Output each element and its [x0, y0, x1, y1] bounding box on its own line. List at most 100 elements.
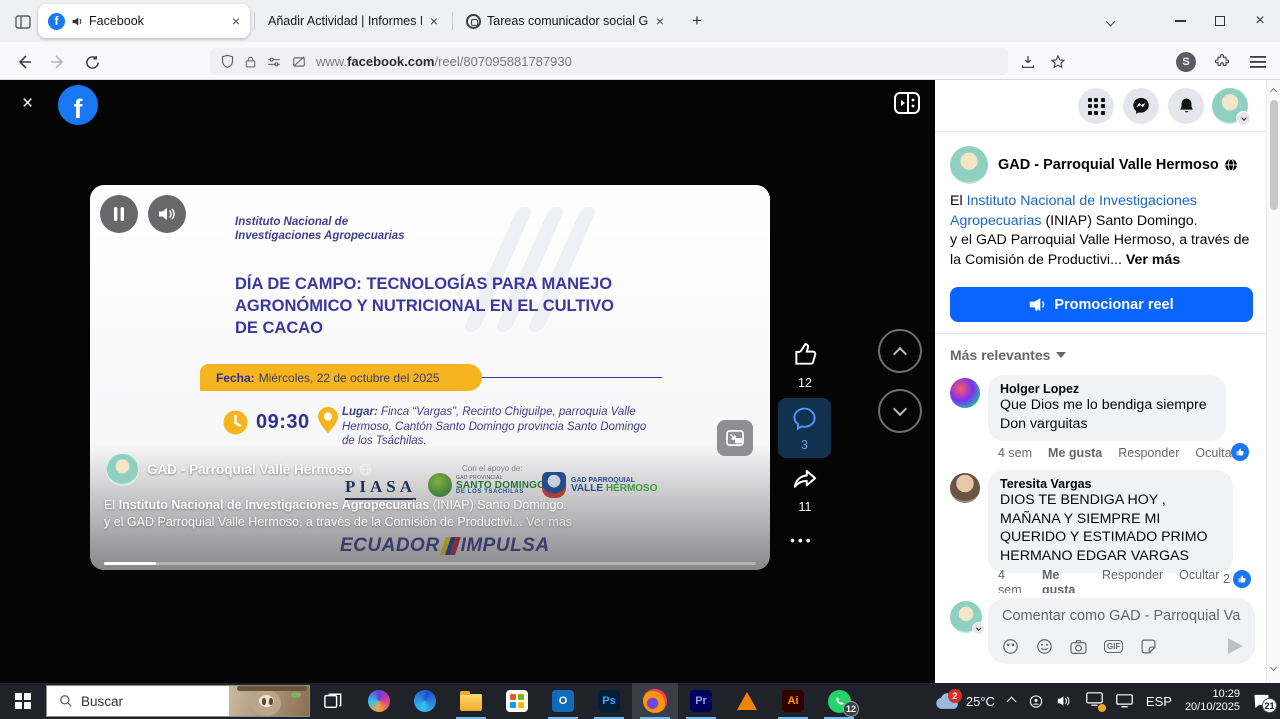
tray-expand-icon[interactable] [1006, 696, 1016, 706]
like-action[interactable]: 12 [778, 340, 832, 390]
video-progress-bar[interactable] [104, 562, 756, 565]
comment-like-button[interactable]: Me gusta [1048, 446, 1102, 460]
file-explorer-icon[interactable] [448, 683, 494, 719]
tab-close-icon[interactable]: × [656, 13, 664, 29]
url-text[interactable]: www.facebook.com/reel/807095881787930 [316, 54, 572, 69]
pause-button[interactable] [100, 195, 138, 233]
page-avatar[interactable] [950, 146, 988, 184]
vlc-icon[interactable] [724, 683, 770, 719]
microsoft-store-icon[interactable] [494, 683, 540, 719]
volume-icon[interactable] [1057, 694, 1073, 708]
menu-hamburger-icon[interactable] [1244, 49, 1272, 75]
apps-menu-icon[interactable] [1078, 88, 1114, 124]
composer-avatar[interactable] [950, 601, 982, 633]
meet-now-icon[interactable] [1028, 694, 1044, 709]
comment-reaction-count[interactable]: 2 [1223, 572, 1230, 586]
search-highlight-image[interactable] [229, 686, 309, 716]
scrollbar-thumb[interactable] [1270, 100, 1278, 210]
send-comment-icon[interactable] [1228, 638, 1243, 654]
extensions-puzzle-icon[interactable] [1208, 49, 1236, 75]
previous-reel-button[interactable] [878, 329, 922, 373]
commenter-avatar[interactable] [950, 378, 980, 408]
task-view-icon[interactable] [310, 683, 356, 719]
scroll-down-icon[interactable] [1270, 664, 1277, 671]
page-name[interactable]: GAD - Parroquial Valle Hermoso [998, 157, 1238, 173]
clock[interactable]: 10:29 20/10/2025 [1185, 688, 1240, 714]
tracking-shield-icon[interactable] [220, 54, 235, 69]
comment-hide-button[interactable]: Ocultar [1195, 446, 1235, 460]
share-arrow-icon[interactable] [791, 466, 819, 492]
autoplay-blocked-icon[interactable] [291, 55, 307, 69]
profile-avatar[interactable] [1212, 88, 1248, 124]
tab-facebook[interactable]: f Facebook × [38, 4, 250, 38]
comment-hide-button[interactable]: Ocultar [1179, 568, 1219, 583]
page-scrollbar[interactable] [1266, 80, 1280, 683]
firefox-view-icon[interactable] [10, 10, 36, 34]
scroll-up-icon[interactable] [1270, 88, 1277, 95]
reload-button[interactable] [78, 49, 106, 75]
gif-icon[interactable]: GIF [1104, 640, 1123, 653]
firefox-icon[interactable] [632, 683, 678, 719]
whatsapp-icon[interactable]: 12 [816, 683, 862, 719]
comment-reply-button[interactable]: Responder [1102, 568, 1163, 583]
video-page-header[interactable]: GAD - Parroquial Valle Hermoso [106, 453, 372, 486]
outlook-icon[interactable]: O [540, 683, 586, 719]
cast-status-icon[interactable] [1086, 692, 1103, 711]
comment-input[interactable]: Comentar como GAD - Parroquial Vall... G… [988, 598, 1255, 664]
downloads-icon[interactable] [1014, 49, 1042, 75]
avatar-sticker-icon[interactable] [1002, 638, 1019, 655]
lock-icon[interactable] [244, 55, 257, 69]
comment-bubble-icon[interactable] [791, 405, 818, 432]
comment-time[interactable]: 4 sem [998, 568, 1026, 593]
tab-list-chevron-icon[interactable] [1090, 0, 1130, 42]
picture-in-picture-button[interactable] [717, 420, 753, 456]
share-action[interactable]: 11 [778, 466, 832, 514]
tab-tareas[interactable]: Tareas comunicador social GAD × [456, 4, 674, 38]
comment-author[interactable]: Holger Lopez [1000, 382, 1214, 396]
commenter-avatar[interactable] [950, 473, 980, 503]
fullscreen-toggle-icon[interactable] [894, 92, 920, 119]
reel-video[interactable]: Instituto Nacional de Investigaciones Ag… [90, 185, 770, 570]
comment-reply-button[interactable]: Responder [1118, 446, 1179, 460]
network-icon[interactable] [1116, 694, 1133, 708]
maximize-button[interactable] [1200, 0, 1240, 42]
extension-s-icon[interactable]: S [1172, 49, 1200, 75]
comment-bubble[interactable]: Holger Lopez Que Dios me lo bendiga siem… [988, 375, 1226, 441]
more-options-icon[interactable]: ••• [790, 532, 814, 548]
tab-close-icon[interactable]: × [232, 13, 240, 29]
comment-sort-dropdown[interactable]: Más relevantes [950, 347, 1066, 363]
close-reel-icon[interactable]: × [22, 93, 33, 115]
messenger-icon[interactable] [1123, 88, 1159, 124]
tab-informes[interactable]: Añadir Actividad | Informes Mensua × [258, 4, 448, 38]
taskbar-search[interactable]: Buscar [46, 685, 310, 717]
see-more-link[interactable]: Ver más [526, 515, 572, 529]
facebook-logo[interactable]: f [58, 85, 98, 125]
volume-button[interactable] [148, 195, 186, 233]
comment-time[interactable]: 4 sem [998, 446, 1032, 460]
back-button[interactable] [10, 49, 38, 75]
forward-button[interactable] [44, 49, 72, 75]
page-name[interactable]: GAD - Parroquial Valle Hermoso [147, 462, 353, 477]
premiere-icon[interactable]: Pr [678, 683, 724, 719]
comment-like-badge[interactable] [1231, 443, 1249, 461]
illustrator-icon[interactable]: Ai [770, 683, 816, 719]
promote-reel-button[interactable]: Promocionar reel [950, 287, 1253, 322]
weather-widget[interactable]: 2 25°C [934, 693, 995, 710]
photoshop-icon[interactable]: Ps [586, 683, 632, 719]
edge-icon[interactable] [402, 683, 448, 719]
new-tab-button[interactable]: + [684, 8, 710, 34]
page-avatar[interactable] [106, 453, 139, 486]
close-window-button[interactable]: × [1240, 0, 1280, 42]
bookmark-star-icon[interactable] [1044, 49, 1072, 75]
page-header[interactable]: GAD - Parroquial Valle Hermoso [950, 146, 1238, 184]
tab-audio-icon[interactable] [71, 15, 84, 28]
sticker-icon[interactable] [1140, 638, 1157, 655]
comment-like-button[interactable]: Me gusta [1042, 568, 1086, 593]
start-button[interactable] [0, 683, 46, 719]
camera-icon[interactable] [1070, 639, 1087, 655]
emoji-icon[interactable] [1036, 638, 1053, 655]
comment-like-badge[interactable] [1233, 570, 1251, 588]
see-more-link[interactable]: Ver más [1126, 252, 1180, 268]
permissions-icon[interactable] [266, 55, 282, 69]
minimize-button[interactable] [1160, 0, 1200, 42]
